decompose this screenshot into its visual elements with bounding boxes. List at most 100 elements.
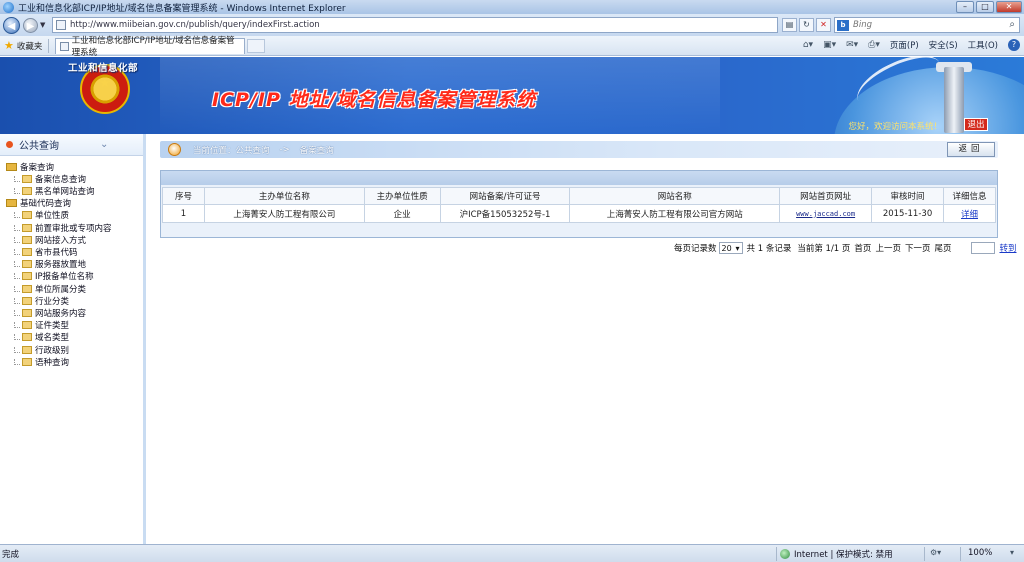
sidebar-item-unit-nature[interactable]: 单位性质: [0, 209, 143, 221]
col-organizer: 主办单位名称: [203, 187, 365, 205]
search-box[interactable]: b ⌕: [834, 17, 1020, 33]
stop-icon[interactable]: ✕: [816, 18, 831, 32]
detail-link[interactable]: 详细: [961, 210, 978, 220]
per-page-select[interactable]: 20 ▾: [718, 242, 743, 254]
main-content: 当前位置： 公共查询 -> 备案查询 返回 序号 主办单位名称 主办单位性质 网…: [150, 134, 1024, 544]
window-controls: – □ ✕: [956, 1, 1022, 13]
sidebar-item-pre-approval[interactable]: 前置审批或专项内容: [0, 222, 143, 234]
chevron-down-icon[interactable]: ⌄: [100, 139, 108, 150]
close-window-button[interactable]: ✕: [996, 1, 1022, 13]
print-icon[interactable]: ⎙▾: [868, 40, 880, 50]
folder-icon: [6, 163, 17, 171]
results-panel: 序号 主办单位名称 主办单位性质 网站备案/许可证号 网站名称 网站首页网址 审…: [160, 170, 998, 238]
search-input[interactable]: [853, 20, 993, 30]
search-icon[interactable]: ⌕: [1009, 19, 1015, 30]
mail-icon[interactable]: ✉▾: [846, 40, 858, 50]
document-icon: [22, 272, 32, 281]
dropdown-arrow-icon: ▾: [735, 243, 740, 253]
page-icon: [56, 20, 66, 30]
browser-tab[interactable]: 工业和信息化部ICP/IP地址/域名信息备案管理系统: [55, 36, 246, 58]
ministry-name: 工业和信息化部: [68, 63, 139, 74]
maximize-button[interactable]: □: [976, 1, 994, 13]
document-icon: [22, 296, 32, 305]
page-number-input[interactable]: [971, 242, 996, 254]
last-page-link[interactable]: 尾页: [934, 242, 951, 254]
window-title: 工业和信息化部ICP/IP地址/域名信息备案管理系统 - Windows Int…: [18, 3, 346, 14]
tree-group-base-code-query[interactable]: 基础代码查询: [0, 197, 143, 209]
back-nav-button[interactable]: ◀: [3, 16, 20, 34]
table-header-row: 序号 主办单位名称 主办单位性质 网站备案/许可证号 网站名称 网站首页网址 审…: [162, 187, 996, 205]
zone-text: Internet | 保护模式: 禁用: [794, 550, 893, 560]
address-toolbar: ◀ ▶ ▼ http://www.miibeian.gov.cn/publish…: [0, 14, 1024, 36]
document-icon: [22, 260, 32, 269]
tab-title: 工业和信息化部ICP/IP地址/域名信息备案管理系统: [71, 36, 235, 58]
sidebar-item-admin-level[interactable]: 行政级别: [0, 343, 143, 356]
sidebar: 公共查询 ⌄ 备案查询 备案信息查询 黑名单网站查询 基础代码查询 单位性质 前…: [0, 134, 146, 544]
logout-button[interactable]: 退出: [964, 118, 988, 131]
help-icon[interactable]: ?: [1008, 39, 1020, 51]
cell-organizer: 上海菁安人防工程有限公司: [203, 204, 365, 223]
status-text: 完成: [2, 549, 20, 560]
minimize-button[interactable]: –: [956, 1, 974, 13]
sidebar-item-unit-category[interactable]: 单位所属分类: [0, 283, 143, 295]
document-icon: [22, 248, 32, 257]
refresh-icon[interactable]: ↻: [799, 18, 814, 32]
col-site-name: 网站名称: [569, 187, 781, 205]
menu-safety[interactable]: 安全(S): [929, 39, 958, 51]
document-icon: [22, 345, 32, 354]
zoom-dropdown-icon[interactable]: ▾: [1010, 548, 1014, 557]
sidebar-item-industry[interactable]: 行业分类: [0, 295, 143, 307]
star-icon: ★: [4, 39, 14, 52]
cell-detail: 详细: [943, 204, 996, 223]
compatibility-view-icon[interactable]: ▤: [782, 18, 797, 32]
sidebar-item-blacklist-query[interactable]: 黑名单网站查询: [0, 185, 143, 197]
url-text[interactable]: http://www.miibeian.gov.cn/publish/query…: [70, 20, 320, 30]
sidebar-item-filing-info-query[interactable]: 备案信息查询: [0, 173, 143, 185]
welcome-message: 您好，欢迎访问本系统！: [848, 122, 942, 132]
document-icon: [22, 235, 32, 244]
menu-page[interactable]: 页面(P): [890, 39, 919, 51]
homepage-link[interactable]: www.jaccad.com: [796, 210, 855, 218]
tree-group-filing-query[interactable]: 备案查询: [0, 161, 143, 173]
document-icon: [22, 321, 32, 330]
sidebar-item-domain-type[interactable]: 域名类型: [0, 331, 143, 343]
results-table: 序号 主办单位名称 主办单位性质 网站备案/许可证号 网站名称 网站首页网址 审…: [162, 187, 996, 223]
go-to-page-link[interactable]: 转到: [999, 242, 1016, 254]
sidebar-item-ip-unit-name[interactable]: IP报备单位名称: [0, 270, 143, 282]
sidebar-item-server-location[interactable]: 服务器放置地: [0, 258, 143, 270]
sidebar-header[interactable]: 公共查询 ⌄: [0, 134, 143, 156]
per-page-label: 每页记录数: [674, 244, 717, 254]
next-page-link[interactable]: 下一页: [905, 242, 931, 254]
home-icon[interactable]: ⌂▾: [803, 40, 813, 50]
command-bar: ⌂▾ ▣▾ ✉▾ ⎙▾ 页面(P) 安全(S) 工具(O) ?: [803, 39, 1020, 51]
security-zone[interactable]: Internet | 保护模式: 禁用: [780, 548, 893, 560]
col-organizer-type: 主办单位性质: [363, 187, 441, 205]
home-location-icon: [168, 143, 181, 156]
popup-blocker-icon[interactable]: ⚙▾: [930, 548, 941, 557]
zoom-level[interactable]: 100%: [968, 548, 992, 558]
prev-page-link[interactable]: 上一页: [875, 242, 901, 254]
return-button[interactable]: 返回: [947, 142, 995, 157]
sidebar-item-language[interactable]: 语种查询: [0, 356, 143, 368]
new-tab-button[interactable]: [247, 38, 266, 53]
window-title-bar: 工业和信息化部ICP/IP地址/域名信息备案管理系统 - Windows Int…: [0, 0, 1024, 14]
forward-nav-button[interactable]: ▶: [23, 17, 38, 33]
feeds-icon[interactable]: ▣▾: [823, 40, 836, 50]
favorites-button[interactable]: ★ 收藏夹: [4, 39, 42, 52]
sidebar-item-service-content[interactable]: 网站服务内容: [0, 307, 143, 319]
address-input[interactable]: http://www.miibeian.gov.cn/publish/query…: [52, 17, 778, 33]
recent-pages-dropdown[interactable]: ▼: [40, 21, 45, 29]
favorites-bar: ★ 收藏夹 工业和信息化部ICP/IP地址/域名信息备案管理系统 ⌂▾ ▣▾ ✉…: [0, 36, 1024, 58]
first-page-link[interactable]: 首页: [854, 242, 871, 254]
document-icon: [22, 333, 32, 342]
favorites-label: 收藏夹: [16, 41, 43, 52]
sidebar-item-access-method[interactable]: 网站接入方式: [0, 234, 143, 246]
breadcrumb-section: 公共查询: [235, 145, 270, 156]
menu-tools[interactable]: 工具(O): [968, 39, 998, 51]
bullet-icon: [6, 141, 13, 148]
col-license: 网站备案/许可证号: [439, 187, 571, 205]
sidebar-item-id-type[interactable]: 证件类型: [0, 319, 143, 331]
breadcrumb-page: 备案查询: [299, 145, 334, 156]
sidebar-item-region-code[interactable]: 省市县代码: [0, 246, 143, 258]
cell-homepage: www.jaccad.com: [779, 204, 873, 223]
